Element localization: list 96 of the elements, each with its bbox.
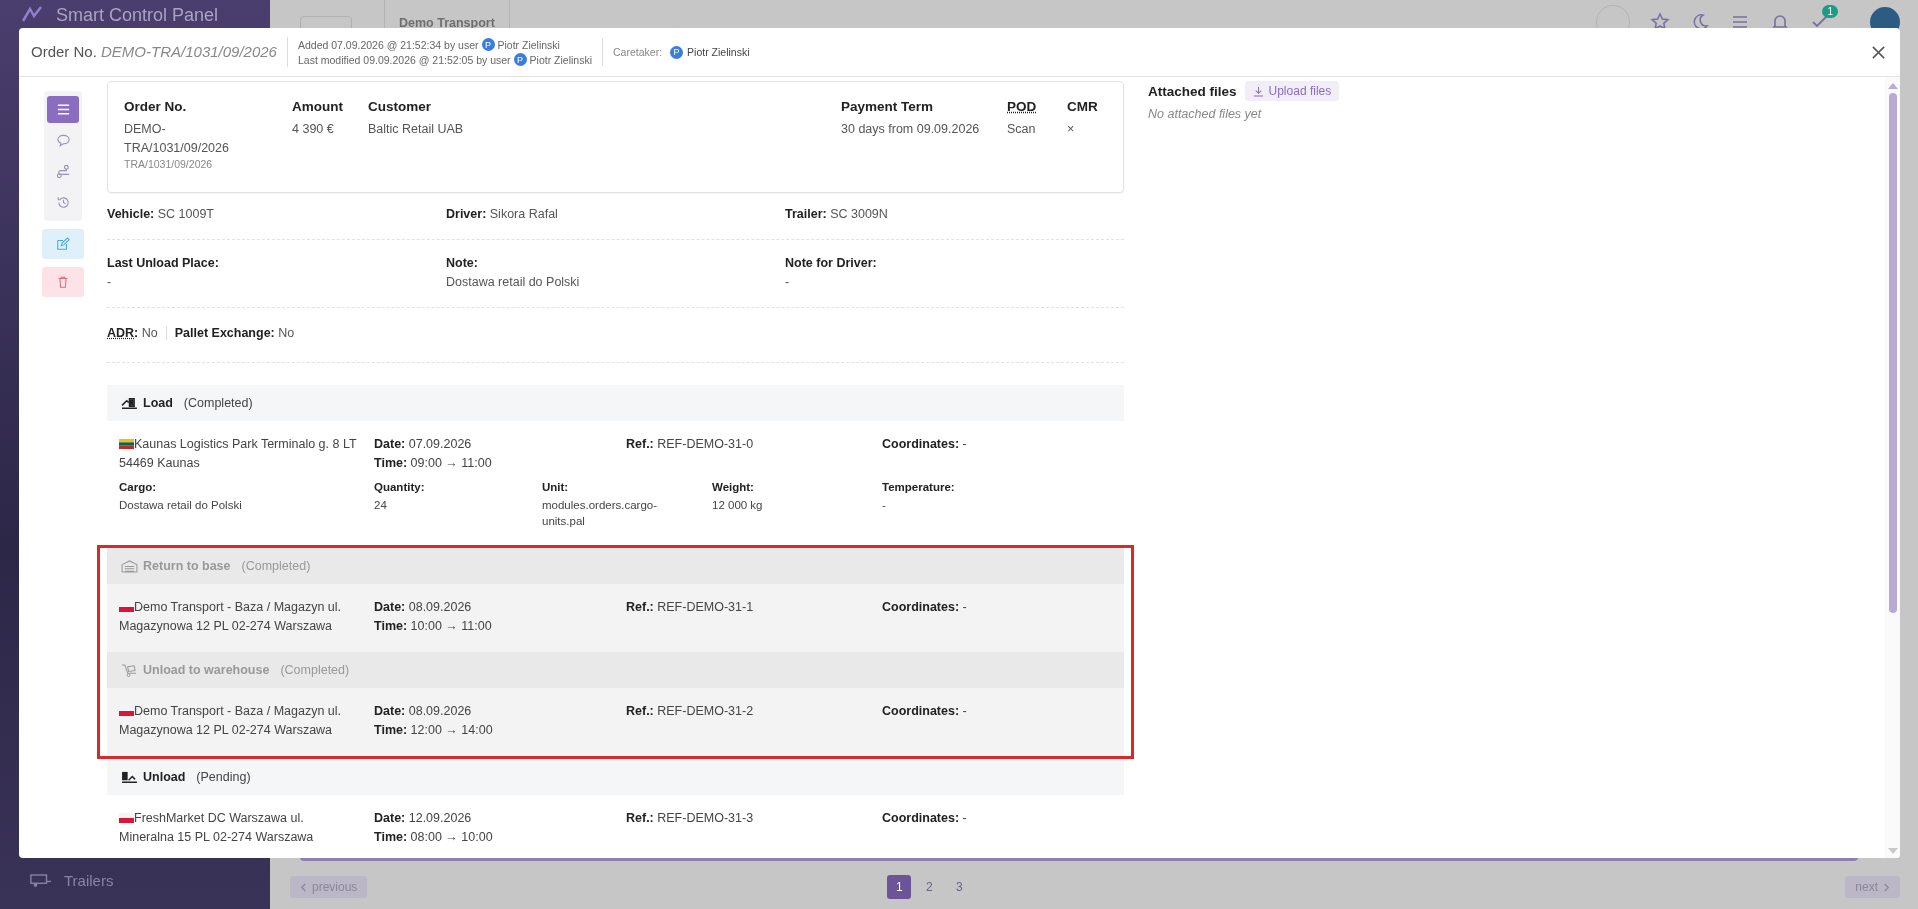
chevron-right-icon [1883, 882, 1890, 892]
column-value: Scan [1007, 121, 1037, 138]
stop-status: (Completed) [183, 396, 253, 410]
stop-title: Return to base [143, 559, 231, 573]
menu-icon [55, 102, 71, 117]
cargo-label: Unit: [542, 481, 570, 493]
notification-badge: 1 [1822, 5, 1838, 18]
stop-status: (Completed) [241, 559, 311, 573]
stop-address: FreshMarket DC Warszawa ul. Mineralna 15 PL 02-274 Warszawa [119, 810, 315, 846]
stop-coordinates: Coordinates: - [882, 599, 968, 616]
column-value: 30 days from 09.09.2026 [841, 121, 981, 138]
field-value: - [785, 275, 791, 289]
cargo-value: Dostawa retail do Polski [119, 498, 243, 513]
column-label: CMR [1067, 99, 1099, 114]
flag-text: ADR: No [107, 326, 167, 340]
stop-status: (Completed) [280, 663, 350, 677]
stop-reference: Ref.: REF-DEMO-31-2 [626, 703, 755, 720]
dolly-icon [121, 663, 138, 677]
dialog-title: Order No. DEMO-TRA/1031/09/2026 [31, 37, 288, 67]
history-icon [55, 195, 71, 210]
app-title: Smart Control Panel [56, 4, 219, 26]
stop-date: Date: 08.09.2026 [374, 703, 473, 720]
sidebar-item[interactable]: Trailers [0, 862, 270, 909]
user-avatar: P [481, 38, 495, 51]
empty-message: No attached files yet [1148, 107, 1263, 121]
stop-time: Time: 08:00 → 10:00 [374, 829, 494, 846]
field-label: Note for Driver: [785, 256, 878, 270]
user-avatar: P [670, 45, 684, 59]
upload-button[interactable]: Upload files [1244, 81, 1340, 101]
column-label: Amount [292, 99, 344, 114]
chevron-left-icon [300, 882, 307, 892]
stop-time: Time: 12:00 → 14:00 [374, 722, 494, 739]
stop-coordinates: Coordinates: - [882, 436, 968, 453]
column-label: POD [1007, 99, 1038, 114]
cargo-label: Temperature: [882, 481, 956, 493]
column-label: Order No. [124, 99, 188, 114]
column-value: Baltic Retail UAB [368, 121, 465, 138]
audit-text: Last modified 09.09.2026 @ 21:52:05 by user [297, 53, 511, 66]
stop-status: (Pending) [196, 770, 251, 784]
trash-icon [56, 275, 70, 289]
field-value: - [107, 275, 113, 289]
stop-address: Kaunas Logistics Park Terminalo g. 8 LT 54469 Kaunas [119, 436, 358, 472]
cargo-value: - [882, 498, 887, 513]
stop-title: Unload to warehouse [143, 663, 270, 677]
route-icon [55, 164, 71, 179]
vertical-scrollbar[interactable] [1885, 77, 1900, 858]
field-label: Note: [446, 256, 479, 270]
cargo-label: Cargo: [119, 481, 158, 493]
flag-text: Pallet Exchange: No [174, 326, 296, 340]
edit-icon [56, 237, 70, 251]
download-icon [1252, 85, 1264, 97]
field-label: Last Unload Place: [107, 256, 220, 270]
truck-loading-icon [121, 396, 138, 410]
stop-reference: Ref.: REF-DEMO-31-1 [626, 599, 755, 616]
cargo-label: Weight: [712, 481, 755, 493]
page-button[interactable]: 1 [887, 875, 912, 899]
field-text: Vehicle: SC 1009T [107, 207, 215, 221]
user-avatar: P [513, 53, 527, 66]
close-icon[interactable] [1871, 44, 1886, 60]
cargo-label: Quantity: [374, 481, 426, 493]
column-value: DEMO-TRA/1031/09/2026 [124, 121, 230, 157]
flag-icon [119, 439, 134, 449]
truck-unloading-icon [121, 770, 138, 784]
field-value: Dostawa retail do Polski [446, 275, 581, 289]
trailer-icon [30, 873, 52, 888]
section-title: Attached files [1148, 83, 1237, 99]
stop-date: Date: 07.09.2026 [374, 436, 473, 453]
stop-reference: Ref.: REF-DEMO-31-3 [626, 810, 755, 827]
stop-coordinates: Coordinates: - [882, 810, 968, 827]
user-name: Piotr Zielinski [529, 53, 593, 66]
stop-time: Time: 10:00 → 11:00 [374, 618, 493, 635]
column-subvalue: TRA/1031/09/2026 [124, 158, 214, 170]
stop-address: Demo Transport - Baza / Magazyn ul. Magazynowa 12 PL 02-274 Warszawa [119, 599, 343, 635]
chat-bubble-icon [55, 133, 71, 148]
field-text: Trailer: SC 3009N [785, 207, 889, 221]
stop-address: Demo Transport - Baza / Magazyn ul. Magazynowa 12 PL 02-274 Warszawa [119, 703, 343, 739]
stop-title: Unload [143, 770, 186, 784]
caretaker-label: Caretaker: [613, 46, 663, 58]
stop-coordinates: Coordinates: - [882, 703, 968, 720]
stop-date: Date: 12.09.2026 [374, 810, 473, 827]
cargo-value: 12 000 kg [712, 498, 764, 513]
stop-date: Date: 08.09.2026 [374, 599, 473, 616]
stop-title: Load [143, 396, 173, 410]
warehouse-icon [121, 559, 138, 573]
cargo-value: 24 [374, 498, 388, 513]
stop-reference: Ref.: REF-DEMO-31-0 [626, 436, 755, 453]
stop-time: Time: 09:00 → 11:00 [374, 455, 493, 472]
menu-button[interactable] [47, 96, 79, 123]
cargo-value: modules.orders.cargo-units.pal [542, 498, 659, 529]
column-label: Customer [368, 99, 432, 114]
column-value: × [1067, 121, 1076, 138]
column-label: Payment Term [841, 99, 935, 114]
user-name: Piotr Zielinski [687, 46, 750, 58]
field-text: Driver: Sikora Rafal [446, 207, 559, 221]
column-value: 4 390 € [292, 121, 335, 138]
flag-icon [119, 813, 134, 823]
